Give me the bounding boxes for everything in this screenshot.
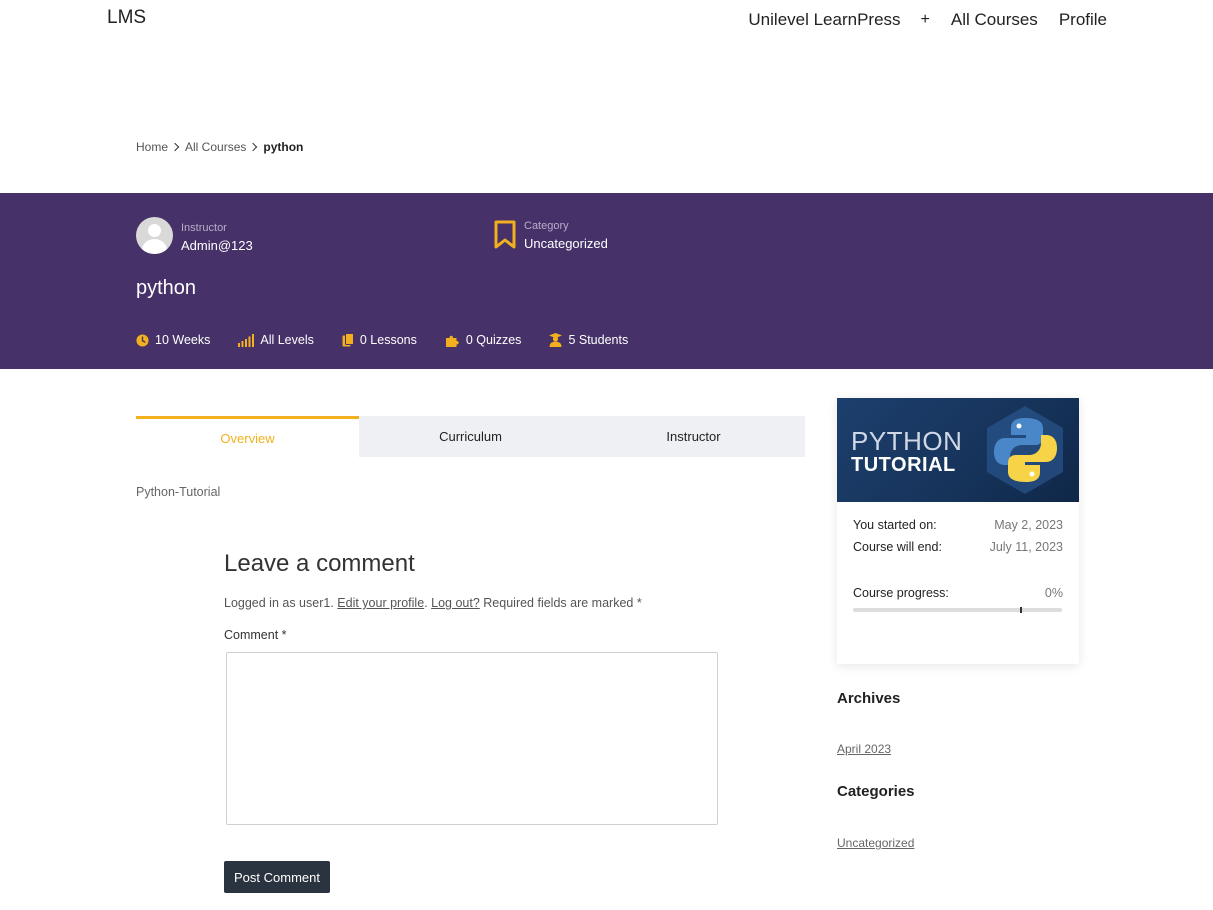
python-logo-icon — [987, 406, 1063, 494]
log-out-link[interactable]: Log out? — [431, 596, 480, 610]
thumbnail-text-tutorial: TUTORIAL — [851, 454, 956, 476]
logged-in-dot: . — [424, 596, 428, 610]
course-info-card: PYTHON TUTORIAL You started on: May 2, 2… — [837, 398, 1079, 664]
course-tabs: Overview Curriculum Instructor — [136, 416, 805, 457]
instructor-label: Instructor — [181, 222, 227, 234]
stat-students-text: 5 Students — [568, 333, 629, 347]
breadcrumb: Home All Courses python — [136, 140, 303, 154]
end-value: July 11, 2023 — [989, 540, 1063, 554]
started-value: May 2, 2023 — [994, 518, 1063, 532]
comment-textarea[interactable] — [226, 652, 718, 825]
comment-form-title: Leave a comment — [224, 550, 415, 577]
stat-level: All Levels — [238, 333, 314, 347]
site-header: LMS Unilevel LearnPress + All Courses Pr… — [0, 0, 1213, 50]
instructor-avatar[interactable] — [136, 217, 173, 254]
clock-icon — [136, 333, 149, 347]
stat-level-text: All Levels — [260, 333, 314, 347]
breadcrumb-current: python — [263, 140, 304, 154]
category-label: Category — [524, 220, 569, 232]
progress-value: 0% — [1044, 586, 1063, 600]
course-stats: 10 Weeks All Levels 0 Lessons 0 Quizzes … — [136, 333, 656, 347]
archives-link-april-2023[interactable]: April 2023 — [837, 742, 891, 756]
chevron-right-icon — [170, 142, 180, 152]
progress-row: Course progress: 0% — [853, 586, 1063, 600]
course-thumbnail[interactable]: PYTHON TUTORIAL — [837, 398, 1079, 502]
copy-icon — [342, 333, 354, 347]
signal-bars-icon — [238, 333, 255, 347]
end-label: Course will end: — [853, 540, 942, 554]
chevron-right-icon — [249, 142, 258, 152]
main-nav: Unilevel LearnPress + All Courses Profil… — [727, 10, 1107, 30]
post-comment-button[interactable]: Post Comment — [224, 861, 330, 893]
avatar-body — [142, 239, 167, 254]
overview-description: Python-Tutorial — [136, 485, 221, 499]
stat-lessons-text: 0 Lessons — [359, 333, 417, 347]
course-title: python — [136, 277, 197, 299]
tab-overview[interactable]: Overview — [136, 416, 359, 457]
bookmark-icon — [494, 220, 516, 249]
puzzle-icon — [445, 335, 459, 347]
stat-duration: 10 Weeks — [136, 333, 210, 347]
nav-item-all-courses[interactable]: All Courses — [951, 10, 1038, 30]
started-label: You started on: — [853, 518, 937, 532]
categories-link-uncategorized[interactable]: Uncategorized — [837, 836, 914, 850]
stat-quizzes: 0 Quizzes — [445, 333, 522, 347]
avatar-head — [148, 224, 161, 237]
archives-title: Archives — [837, 690, 901, 707]
stat-quizzes-text: 0 Quizzes — [465, 333, 522, 347]
course-progress-bar — [853, 607, 1062, 613]
breadcrumb-all-courses[interactable]: All Courses — [185, 140, 246, 154]
tab-curriculum[interactable]: Curriculum — [359, 416, 582, 457]
thumbnail-text-python: PYTHON — [851, 426, 963, 456]
instructor-meta: Instructor Admin@123 — [181, 222, 253, 253]
edit-profile-link[interactable]: Edit your profile — [337, 596, 424, 610]
required-note: Required fields are marked * — [483, 596, 642, 610]
nav-expand-plus-icon[interactable]: + — [921, 11, 930, 29]
categories-title: Categories — [837, 783, 915, 800]
end-row: Course will end: July 11, 2023 — [853, 540, 1063, 554]
stat-lessons: 0 Lessons — [342, 333, 417, 347]
comment-form: Leave a comment Logged in as user1. Edit… — [224, 550, 724, 825]
breadcrumb-home[interactable]: Home — [136, 140, 168, 154]
nav-item-profile[interactable]: Profile — [1059, 10, 1107, 30]
course-banner: Instructor Admin@123 Category Uncategori… — [0, 193, 1213, 369]
stat-duration-text: 10 Weeks — [155, 333, 211, 347]
nav-item-unilevel-learnpress[interactable]: Unilevel LearnPress — [748, 10, 900, 30]
tab-instructor[interactable]: Instructor — [582, 416, 805, 457]
progress-label: Course progress: — [853, 586, 949, 600]
progress-passing-marker — [1020, 607, 1022, 613]
comment-label: Comment * — [224, 628, 287, 642]
started-row: You started on: May 2, 2023 — [853, 518, 1063, 532]
instructor-name[interactable]: Admin@123 — [181, 238, 253, 253]
stat-students: 5 Students — [549, 333, 628, 347]
course-dates: You started on: May 2, 2023 Course will … — [837, 502, 1079, 613]
category-value[interactable]: Uncategorized — [524, 236, 608, 251]
logged-in-text: Logged in as user1. — [224, 596, 334, 610]
logged-in-note: Logged in as user1. Edit your profile. L… — [224, 596, 724, 610]
student-icon — [549, 333, 563, 347]
site-logo[interactable]: LMS — [107, 7, 146, 29]
category-meta: Category Uncategorized — [524, 220, 608, 251]
